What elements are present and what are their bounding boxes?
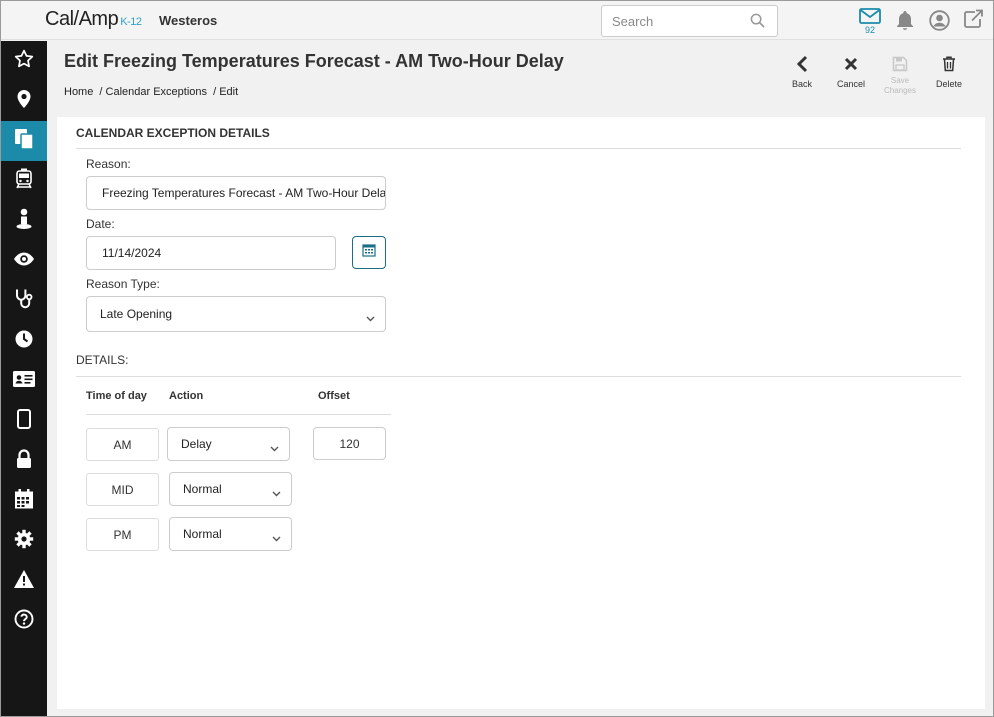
sidebar-item-settings[interactable]	[1, 521, 47, 561]
time-of-day-pm: PM	[86, 518, 159, 551]
person-icon	[15, 208, 33, 235]
save-label-line2: Changes	[883, 86, 917, 95]
column-header-time-of-day: Time of day	[86, 390, 147, 402]
details-label: DETAILS:	[76, 353, 129, 367]
page-header: Edit Freezing Temperatures Forecast - AM…	[47, 41, 993, 107]
clock-icon	[14, 329, 34, 354]
sidebar-nav	[1, 41, 47, 716]
mail-count-badge: 92	[865, 25, 876, 35]
time-of-day-mid: MID	[86, 473, 159, 506]
sidebar-item-locations[interactable]	[1, 81, 47, 121]
sidebar-item-students[interactable]	[1, 201, 47, 241]
breadcrumb-home[interactable]: Home	[64, 86, 93, 98]
calendar-exception-form: CALENDAR EXCEPTION DETAILS Reason: Freez…	[57, 117, 985, 709]
star-icon	[14, 49, 34, 74]
chevron-down-icon	[270, 441, 279, 455]
search-icon[interactable]	[750, 13, 765, 33]
sidebar-item-favorites[interactable]	[1, 41, 47, 81]
back-button[interactable]: Back	[780, 53, 824, 89]
date-input[interactable]: 11/14/2024	[86, 236, 336, 270]
search-box	[601, 5, 778, 37]
delete-button[interactable]: Delete	[927, 53, 971, 89]
details-divider	[76, 376, 961, 377]
action-select-mid[interactable]: Normal	[169, 472, 292, 506]
sidebar-item-health[interactable]	[1, 281, 47, 321]
sidebar-item-calendar[interactable]	[1, 481, 47, 521]
time-of-day-am: AM	[86, 428, 159, 461]
sidebar-item-monitoring[interactable]	[1, 241, 47, 281]
sidebar-item-transportation[interactable]	[1, 161, 47, 201]
app-logo[interactable]: Cal/Amp K-12	[45, 8, 142, 31]
save-icon	[892, 56, 908, 74]
help-icon	[14, 609, 34, 634]
reason-type-select[interactable]: Late Opening	[86, 296, 386, 332]
sidebar-item-attendance[interactable]	[1, 321, 47, 361]
sidebar-item-id-cards[interactable]	[1, 361, 47, 401]
logo-suffix: K-12	[120, 16, 142, 28]
stethoscope-icon	[14, 288, 34, 315]
section-title: CALENDAR EXCEPTION DETAILS	[76, 126, 270, 140]
date-label: Date:	[86, 217, 115, 231]
sidebar-item-devices[interactable]	[1, 401, 47, 441]
bell-icon[interactable]	[895, 10, 915, 36]
action-value-am: Delay	[181, 437, 212, 451]
calendar-icon	[362, 243, 376, 262]
chevron-down-icon	[272, 486, 281, 500]
breadcrumb-calendar-exceptions[interactable]: / Calendar Exceptions	[99, 86, 207, 98]
app-window: Cal/AmpK-12 Westeros 92	[0, 0, 994, 717]
action-select-pm[interactable]: Normal	[169, 517, 292, 551]
logo-text: Cal/Amp	[45, 8, 119, 30]
reason-type-label: Reason Type:	[86, 277, 160, 291]
date-picker-button[interactable]	[352, 236, 386, 269]
reason-type-value: Late Opening	[100, 307, 173, 321]
tablet-icon	[16, 408, 32, 434]
chevron-down-icon	[366, 311, 375, 325]
column-header-offset: Offset	[318, 390, 350, 402]
warning-icon	[13, 569, 35, 594]
reason-label: Reason:	[86, 157, 131, 171]
top-bar: Cal/AmpK-12 Westeros 92	[1, 1, 993, 40]
back-label: Back	[791, 79, 812, 89]
page-title: Edit Freezing Temperatures Forecast - AM…	[64, 51, 564, 71]
column-header-action: Action	[169, 390, 204, 402]
external-link-icon[interactable]	[963, 9, 984, 34]
map-pin-icon	[16, 89, 32, 114]
cancel-button[interactable]: Cancel	[829, 53, 873, 89]
calendar-icon	[13, 488, 35, 515]
search-input[interactable]	[602, 6, 742, 36]
documents-icon	[13, 128, 35, 155]
breadcrumb-edit: / Edit	[213, 86, 239, 98]
organization-name: Westeros	[159, 13, 218, 28]
close-icon	[844, 57, 858, 73]
sidebar-item-alerts[interactable]	[1, 561, 47, 601]
gear-icon	[14, 529, 34, 554]
breadcrumb: Home / Calendar Exceptions / Edit	[64, 86, 241, 98]
table-header-divider	[86, 414, 391, 415]
sidebar-item-security[interactable]	[1, 441, 47, 481]
save-label-line1: Save	[890, 76, 910, 85]
trash-icon	[942, 56, 956, 74]
id-card-icon	[12, 370, 36, 393]
reason-input[interactable]: Freezing Temperatures Forecast - AM Two-…	[86, 176, 386, 210]
bus-icon	[14, 168, 34, 195]
eye-icon	[13, 251, 35, 272]
save-changes-button[interactable]: Save Changes	[878, 53, 922, 96]
action-value-mid: Normal	[183, 482, 222, 496]
action-select-am[interactable]: Delay	[167, 427, 290, 461]
action-value-pm: Normal	[183, 527, 222, 541]
chevron-left-icon	[795, 55, 809, 75]
offset-input-am[interactable]: 120	[313, 427, 386, 460]
chevron-down-icon	[272, 531, 281, 545]
cancel-label: Cancel	[836, 79, 865, 89]
section-divider	[76, 148, 961, 149]
lock-icon	[15, 448, 33, 474]
sidebar-item-help[interactable]	[1, 601, 47, 641]
sidebar-item-documents[interactable]	[1, 121, 47, 161]
delete-label: Delete	[935, 79, 962, 89]
user-account-icon[interactable]	[929, 10, 950, 36]
